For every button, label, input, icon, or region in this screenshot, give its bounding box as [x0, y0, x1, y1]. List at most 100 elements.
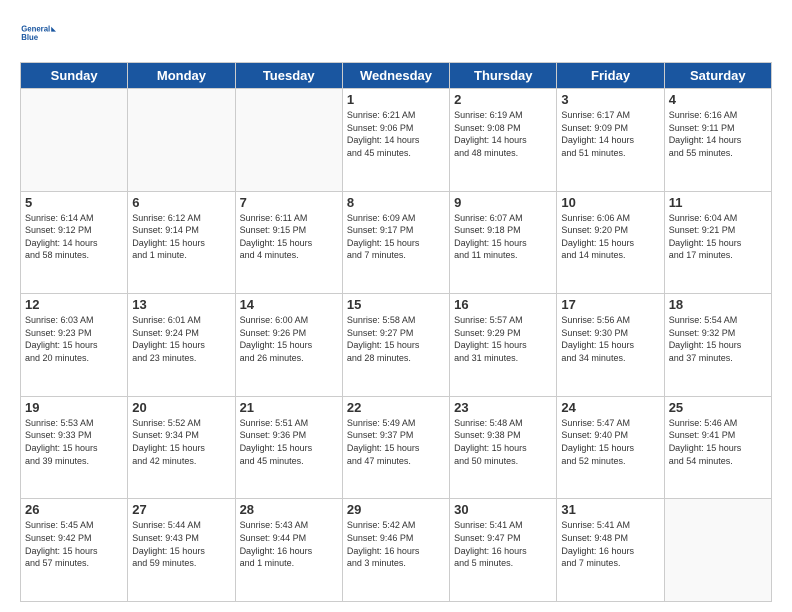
day-info: Sunrise: 6:03 AM Sunset: 9:23 PM Dayligh… — [25, 314, 123, 364]
calendar-cell: 21 Sunrise: 5:51 AM Sunset: 9:36 PM Dayli… — [235, 396, 342, 499]
calendar-cell: 18 Sunrise: 5:54 AM Sunset: 9:32 PM Dayli… — [664, 294, 771, 397]
day-number: 18 — [669, 297, 767, 312]
day-info: Sunrise: 5:52 AM Sunset: 9:34 PM Dayligh… — [132, 417, 230, 467]
day-number: 30 — [454, 502, 552, 517]
day-number: 4 — [669, 92, 767, 107]
general-blue-logo-icon: General Blue — [20, 16, 56, 52]
day-info: Sunrise: 6:07 AM Sunset: 9:18 PM Dayligh… — [454, 212, 552, 262]
day-info: Sunrise: 5:49 AM Sunset: 9:37 PM Dayligh… — [347, 417, 445, 467]
day-number: 27 — [132, 502, 230, 517]
day-info: Sunrise: 5:46 AM Sunset: 9:41 PM Dayligh… — [669, 417, 767, 467]
calendar-cell: 15 Sunrise: 5:58 AM Sunset: 9:27 PM Dayli… — [342, 294, 449, 397]
calendar-cell: 7 Sunrise: 6:11 AM Sunset: 9:15 PM Daylig… — [235, 191, 342, 294]
calendar-cell: 1 Sunrise: 6:21 AM Sunset: 9:06 PM Daylig… — [342, 89, 449, 192]
day-info: Sunrise: 5:53 AM Sunset: 9:33 PM Dayligh… — [25, 417, 123, 467]
day-number: 12 — [25, 297, 123, 312]
calendar-cell: 4 Sunrise: 6:16 AM Sunset: 9:11 PM Daylig… — [664, 89, 771, 192]
calendar-cell: 31 Sunrise: 5:41 AM Sunset: 9:48 PM Dayli… — [557, 499, 664, 602]
day-info: Sunrise: 6:21 AM Sunset: 9:06 PM Dayligh… — [347, 109, 445, 159]
day-info: Sunrise: 5:47 AM Sunset: 9:40 PM Dayligh… — [561, 417, 659, 467]
day-info: Sunrise: 6:17 AM Sunset: 9:09 PM Dayligh… — [561, 109, 659, 159]
calendar-header-thursday: Thursday — [450, 63, 557, 89]
day-number: 29 — [347, 502, 445, 517]
calendar: SundayMondayTuesdayWednesdayThursdayFrid… — [20, 62, 772, 602]
day-number: 14 — [240, 297, 338, 312]
calendar-cell: 12 Sunrise: 6:03 AM Sunset: 9:23 PM Dayli… — [21, 294, 128, 397]
calendar-cell: 10Sunrise: 6:06 AM Sunset: 9:20 PM Dayli… — [557, 191, 664, 294]
calendar-cell: 27 Sunrise: 5:44 AM Sunset: 9:43 PM Dayli… — [128, 499, 235, 602]
calendar-cell: 2 Sunrise: 6:19 AM Sunset: 9:08 PM Daylig… — [450, 89, 557, 192]
calendar-cell: 16 Sunrise: 5:57 AM Sunset: 9:29 PM Dayli… — [450, 294, 557, 397]
day-number: 9 — [454, 195, 552, 210]
day-number: 28 — [240, 502, 338, 517]
day-number: 11 — [669, 195, 767, 210]
day-info: Sunrise: 5:56 AM Sunset: 9:30 PM Dayligh… — [561, 314, 659, 364]
calendar-header-saturday: Saturday — [664, 63, 771, 89]
day-number: 21 — [240, 400, 338, 415]
header: General Blue — [20, 16, 772, 52]
day-info: Sunrise: 6:19 AM Sunset: 9:08 PM Dayligh… — [454, 109, 552, 159]
day-number: 19 — [25, 400, 123, 415]
day-number: 8 — [347, 195, 445, 210]
calendar-cell: 20 Sunrise: 5:52 AM Sunset: 9:34 PM Dayli… — [128, 396, 235, 499]
calendar-cell: 3Sunrise: 6:17 AM Sunset: 9:09 PM Daylig… — [557, 89, 664, 192]
day-info: Sunrise: 6:01 AM Sunset: 9:24 PM Dayligh… — [132, 314, 230, 364]
day-info: Sunrise: 5:43 AM Sunset: 9:44 PM Dayligh… — [240, 519, 338, 569]
calendar-header-friday: Friday — [557, 63, 664, 89]
day-number: 31 — [561, 502, 659, 517]
calendar-header-tuesday: Tuesday — [235, 63, 342, 89]
calendar-cell: 11Sunrise: 6:04 AM Sunset: 9:21 PM Dayli… — [664, 191, 771, 294]
day-number: 1 — [347, 92, 445, 107]
day-info: Sunrise: 6:06 AM Sunset: 9:20 PM Dayligh… — [561, 212, 659, 262]
day-number: 2 — [454, 92, 552, 107]
calendar-cell: 24 Sunrise: 5:47 AM Sunset: 9:40 PM Dayli… — [557, 396, 664, 499]
day-number: 17 — [561, 297, 659, 312]
day-info: Sunrise: 6:11 AM Sunset: 9:15 PM Dayligh… — [240, 212, 338, 262]
day-number: 20 — [132, 400, 230, 415]
logo: General Blue — [20, 16, 56, 52]
day-number: 24 — [561, 400, 659, 415]
day-number: 7 — [240, 195, 338, 210]
calendar-cell: 17 Sunrise: 5:56 AM Sunset: 9:30 PM Dayli… — [557, 294, 664, 397]
calendar-cell: 8Sunrise: 6:09 AM Sunset: 9:17 PM Daylig… — [342, 191, 449, 294]
calendar-cell: 28 Sunrise: 5:43 AM Sunset: 9:44 PM Dayli… — [235, 499, 342, 602]
calendar-header-wednesday: Wednesday — [342, 63, 449, 89]
calendar-week-row-2: 5 Sunrise: 6:14 AM Sunset: 9:12 PM Daylig… — [21, 191, 772, 294]
day-info: Sunrise: 6:16 AM Sunset: 9:11 PM Dayligh… — [669, 109, 767, 159]
day-number: 23 — [454, 400, 552, 415]
calendar-cell: 14Sunrise: 6:00 AM Sunset: 9:26 PM Dayli… — [235, 294, 342, 397]
calendar-cell: 25 Sunrise: 5:46 AM Sunset: 9:41 PM Dayli… — [664, 396, 771, 499]
day-info: Sunrise: 5:54 AM Sunset: 9:32 PM Dayligh… — [669, 314, 767, 364]
calendar-cell — [21, 89, 128, 192]
calendar-week-row-4: 19 Sunrise: 5:53 AM Sunset: 9:33 PM Dayli… — [21, 396, 772, 499]
day-number: 15 — [347, 297, 445, 312]
calendar-header-row: SundayMondayTuesdayWednesdayThursdayFrid… — [21, 63, 772, 89]
day-info: Sunrise: 6:14 AM Sunset: 9:12 PM Dayligh… — [25, 212, 123, 262]
calendar-cell — [235, 89, 342, 192]
day-info: Sunrise: 6:12 AM Sunset: 9:14 PM Dayligh… — [132, 212, 230, 262]
day-info: Sunrise: 5:57 AM Sunset: 9:29 PM Dayligh… — [454, 314, 552, 364]
day-number: 5 — [25, 195, 123, 210]
calendar-cell: 6 Sunrise: 6:12 AM Sunset: 9:14 PM Daylig… — [128, 191, 235, 294]
calendar-header-monday: Monday — [128, 63, 235, 89]
day-info: Sunrise: 5:51 AM Sunset: 9:36 PM Dayligh… — [240, 417, 338, 467]
calendar-cell — [664, 499, 771, 602]
calendar-cell: 19 Sunrise: 5:53 AM Sunset: 9:33 PM Dayli… — [21, 396, 128, 499]
day-info: Sunrise: 5:41 AM Sunset: 9:47 PM Dayligh… — [454, 519, 552, 569]
day-info: Sunrise: 5:48 AM Sunset: 9:38 PM Dayligh… — [454, 417, 552, 467]
calendar-cell — [128, 89, 235, 192]
calendar-cell: 29Sunrise: 5:42 AM Sunset: 9:46 PM Dayli… — [342, 499, 449, 602]
calendar-week-row-5: 26Sunrise: 5:45 AM Sunset: 9:42 PM Dayli… — [21, 499, 772, 602]
day-number: 16 — [454, 297, 552, 312]
calendar-week-row-3: 12 Sunrise: 6:03 AM Sunset: 9:23 PM Dayli… — [21, 294, 772, 397]
calendar-cell: 22 Sunrise: 5:49 AM Sunset: 9:37 PM Dayli… — [342, 396, 449, 499]
day-number: 25 — [669, 400, 767, 415]
day-info: Sunrise: 5:58 AM Sunset: 9:27 PM Dayligh… — [347, 314, 445, 364]
day-info: Sunrise: 5:41 AM Sunset: 9:48 PM Dayligh… — [561, 519, 659, 569]
day-number: 6 — [132, 195, 230, 210]
day-number: 22 — [347, 400, 445, 415]
calendar-cell: 30 Sunrise: 5:41 AM Sunset: 9:47 PM Dayli… — [450, 499, 557, 602]
calendar-header-sunday: Sunday — [21, 63, 128, 89]
calendar-cell: 26Sunrise: 5:45 AM Sunset: 9:42 PM Dayli… — [21, 499, 128, 602]
day-info: Sunrise: 5:44 AM Sunset: 9:43 PM Dayligh… — [132, 519, 230, 569]
